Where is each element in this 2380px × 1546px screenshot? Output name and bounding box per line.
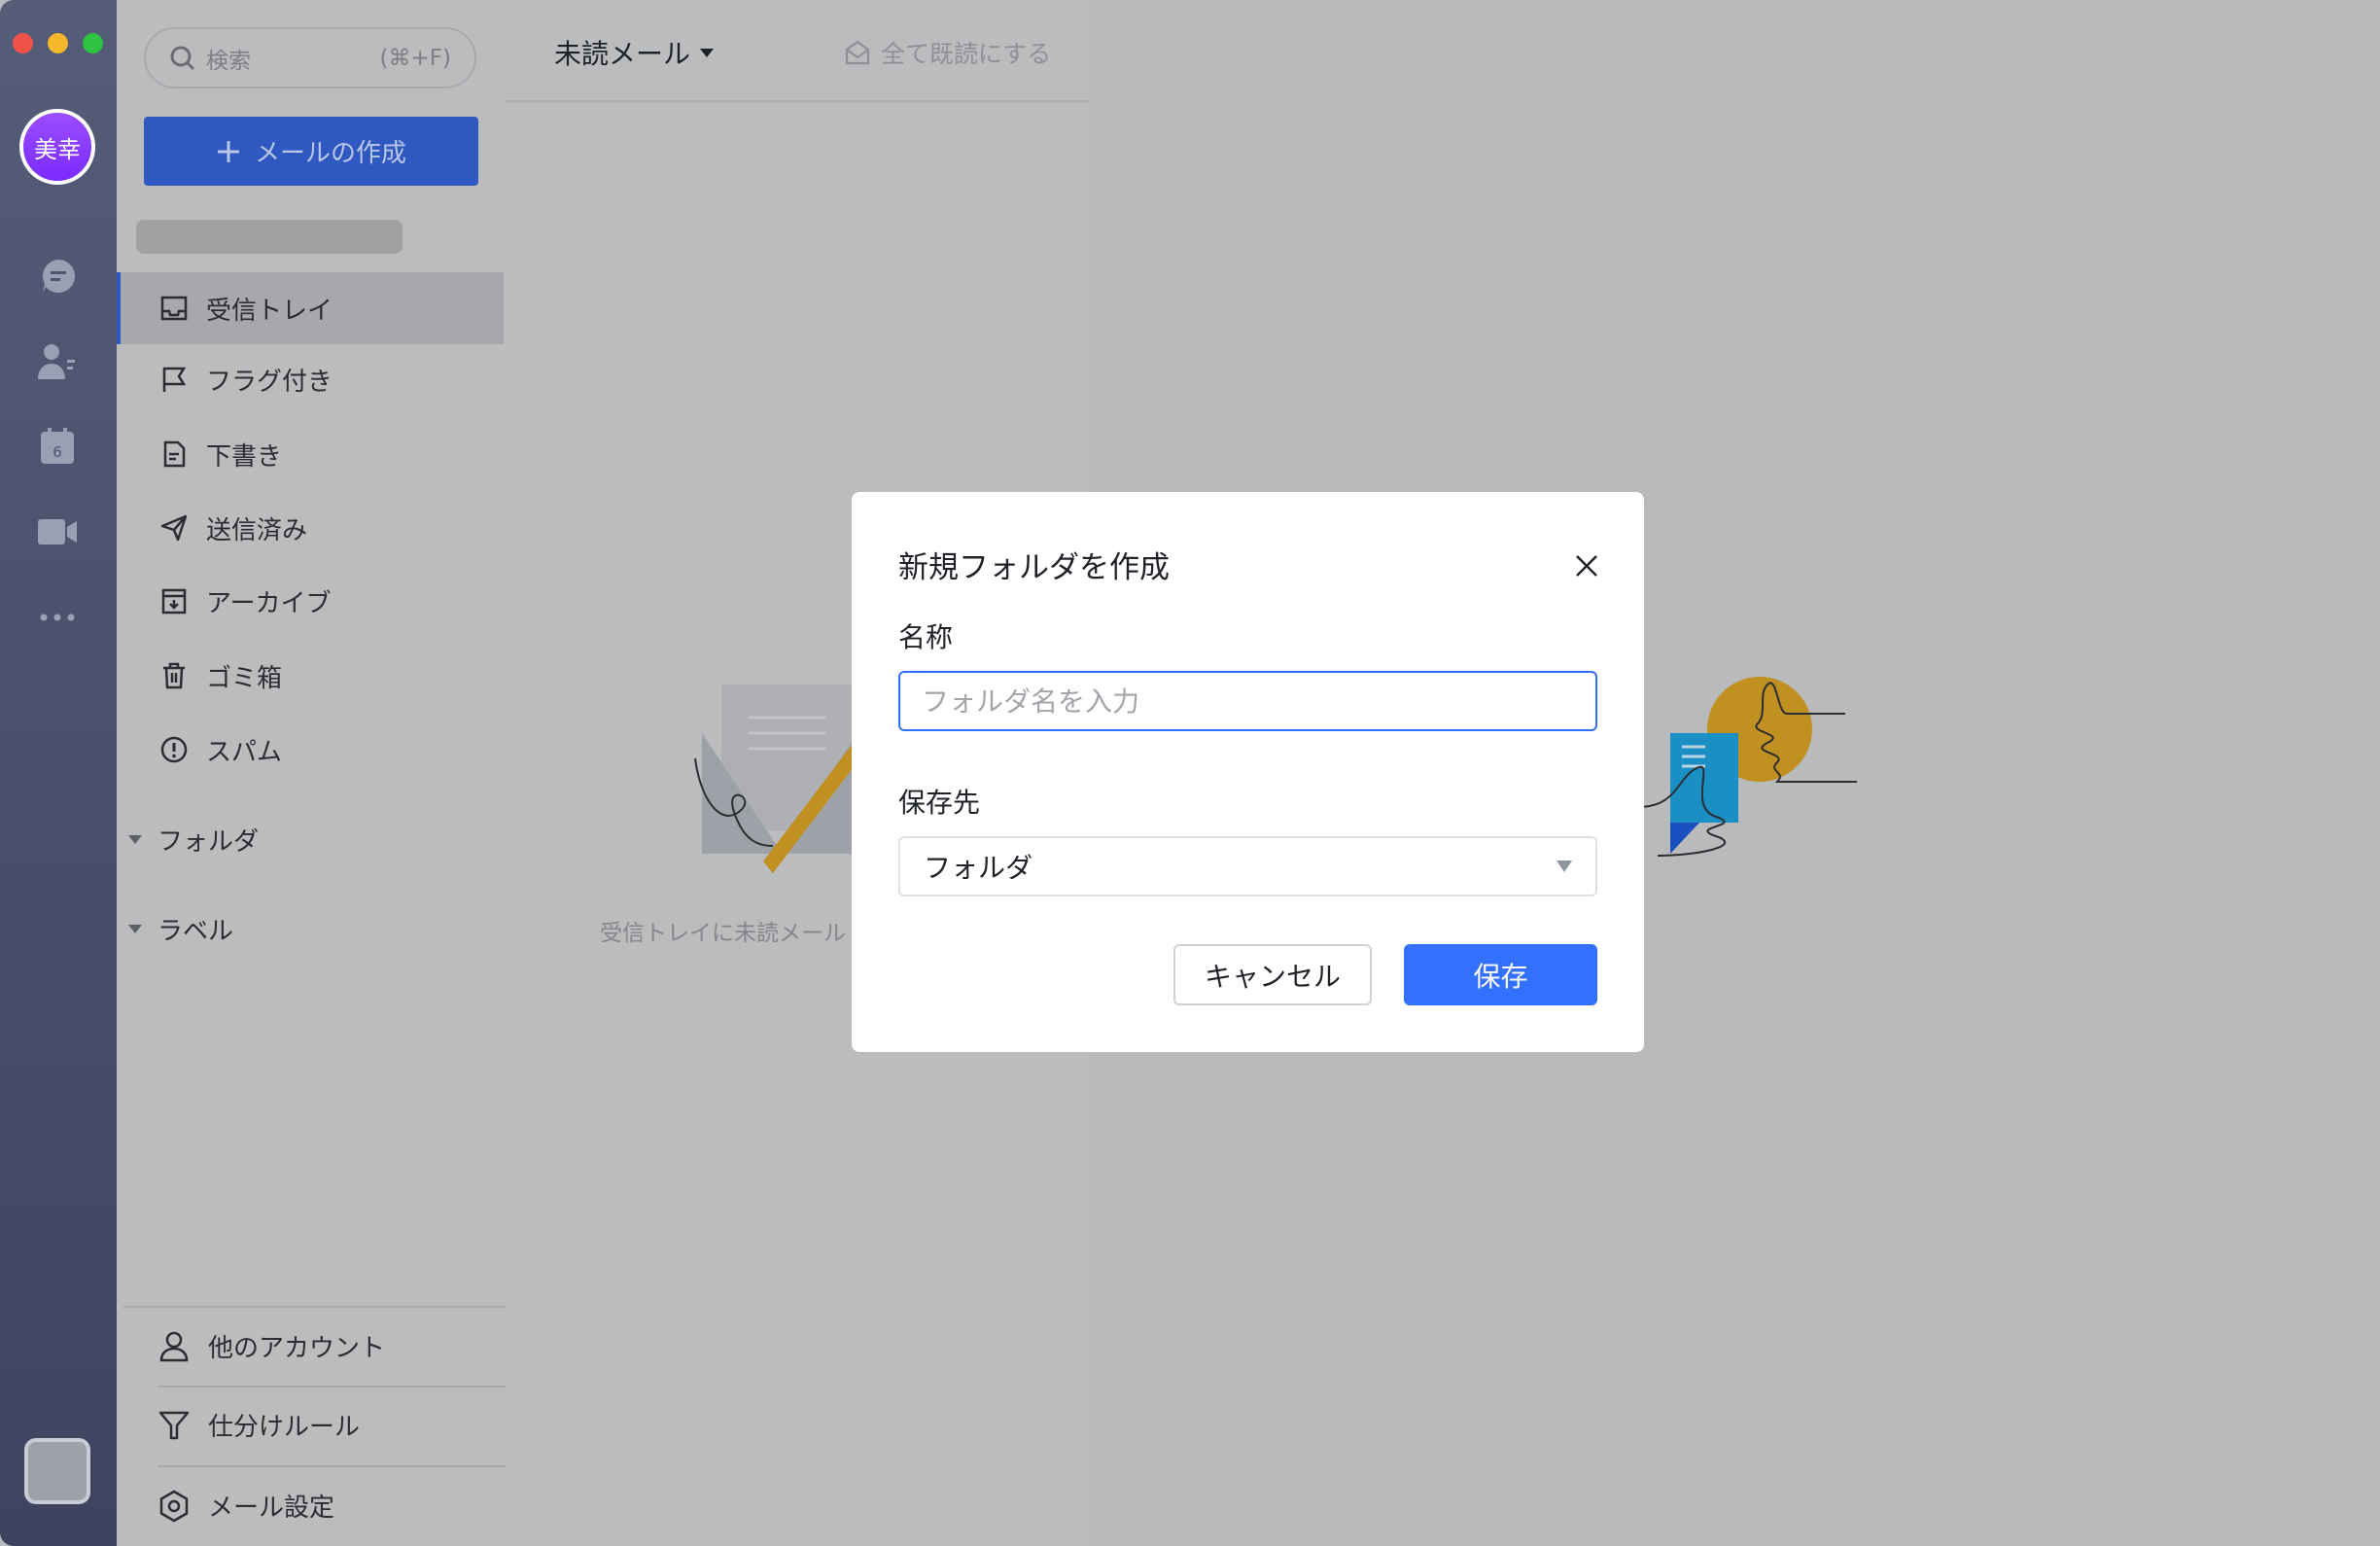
destination-label: 保存先	[898, 782, 980, 821]
window-minimize-button[interactable]	[48, 33, 68, 53]
chat-icon[interactable]	[36, 257, 81, 296]
draft-icon	[159, 439, 189, 469]
sidebar-item-trash[interactable]: ゴミ箱	[117, 640, 504, 712]
folder-name-input[interactable]	[898, 671, 1597, 731]
sidebar-item-sent[interactable]: 送信済み	[117, 492, 504, 564]
divider	[158, 1386, 506, 1388]
sidebar-item-flagged[interactable]: フラグ付き	[117, 343, 504, 415]
save-label: 保存	[1473, 956, 1527, 995]
bottom-item-label: メール設定	[208, 1488, 334, 1524]
bottom-item-label: 他のアカウント	[208, 1328, 385, 1364]
spam-icon	[159, 735, 189, 764]
divider	[122, 1306, 506, 1308]
avatar[interactable]: 美幸	[19, 109, 95, 185]
dropdown-arrow-icon	[1557, 861, 1572, 872]
svg-text:6: 6	[52, 443, 62, 461]
sidebar-item-archive[interactable]: アーカイブ	[117, 565, 504, 637]
sidebar-item-label: スパム	[206, 732, 282, 768]
plus-icon	[216, 139, 241, 164]
more-icon[interactable]	[35, 598, 80, 637]
avatar-text: 美幸	[34, 130, 81, 164]
folders-section-label: フォルダ	[158, 822, 259, 858]
send-icon	[159, 513, 189, 543]
dialog-title: 新規フォルダを作成	[898, 543, 1170, 586]
labels-section-toggle[interactable]: ラベル	[128, 911, 233, 947]
video-icon[interactable]	[35, 511, 80, 550]
sidebar-item-label: 下書き	[206, 437, 282, 473]
folders-section-toggle[interactable]: フォルダ	[128, 822, 259, 858]
window-zoom-button[interactable]	[83, 33, 103, 53]
caret-down-icon	[128, 835, 142, 844]
cancel-label: キャンセル	[1205, 956, 1341, 995]
search-placeholder: 検索	[206, 42, 251, 75]
compose-button[interactable]: メールの作成	[144, 117, 478, 186]
sidebar-item-drafts[interactable]: 下書き	[117, 418, 504, 490]
sidebar-item-inbox[interactable]: 受信トレイ	[117, 272, 504, 344]
destination-select[interactable]: フォルダ	[898, 836, 1597, 896]
other-accounts-button[interactable]: 他のアカウント	[158, 1328, 385, 1364]
app-rail: 美幸 6	[0, 0, 117, 1546]
user-icon	[158, 1330, 191, 1363]
destination-value: フォルダ	[924, 847, 1032, 886]
name-label: 名称	[898, 616, 953, 655]
close-icon[interactable]	[1567, 546, 1606, 585]
empty-inbox-illustration	[681, 671, 856, 875]
sidebar-item-label: アーカイブ	[206, 583, 331, 619]
account-placeholder	[136, 220, 402, 254]
search-input[interactable]: 検索 (⌘+F)	[144, 27, 476, 88]
save-button[interactable]: 保存	[1404, 944, 1597, 1005]
bottom-item-label: 仕分けルール	[208, 1407, 360, 1443]
filter-label: 未読メール	[554, 33, 690, 72]
sidebar-item-label: 受信トレイ	[206, 291, 332, 327]
thumbs-up-illustration	[1643, 671, 1857, 875]
inbox-icon	[159, 294, 189, 323]
divider	[158, 1465, 506, 1467]
filter-icon	[158, 1409, 191, 1442]
search-icon	[169, 45, 196, 72]
search-shortcut: (⌘+F)	[380, 46, 451, 71]
sidebar-item-label: 送信済み	[206, 510, 307, 546]
archive-icon	[159, 586, 189, 615]
mark-all-read-button[interactable]: 全て既読にする	[844, 35, 1051, 70]
sidebar-item-label: フラグ付き	[206, 362, 332, 398]
contacts-icon[interactable]	[35, 342, 80, 381]
trash-icon	[159, 661, 189, 690]
mail-rules-button[interactable]: 仕分けルール	[158, 1407, 360, 1443]
window-close-button[interactable]	[13, 33, 33, 53]
unread-filter-dropdown[interactable]: 未読メール	[554, 33, 714, 72]
cancel-button[interactable]: キャンセル	[1173, 944, 1372, 1005]
caret-down-icon	[700, 49, 714, 57]
sidebar-item-label: ゴミ箱	[206, 658, 282, 694]
caret-down-icon	[128, 925, 142, 933]
mail-open-icon	[844, 39, 871, 66]
mail-settings-button[interactable]: メール設定	[158, 1488, 334, 1524]
sidebar-item-spam[interactable]: スパム	[117, 714, 504, 786]
flag-icon	[159, 365, 189, 394]
create-folder-dialog: 新規フォルダを作成 名称 保存先 フォルダ キャンセル 保存	[852, 492, 1644, 1052]
empty-state-text: 受信トレイに未読メール	[600, 914, 846, 947]
settings-icon	[158, 1490, 191, 1523]
calendar-icon[interactable]: 6	[35, 427, 80, 466]
app-switcher-button[interactable]	[24, 1438, 90, 1504]
mark-all-read-label: 全て既読にする	[881, 35, 1051, 70]
compose-label: メールの作成	[255, 133, 406, 169]
labels-section-label: ラベル	[158, 911, 233, 947]
